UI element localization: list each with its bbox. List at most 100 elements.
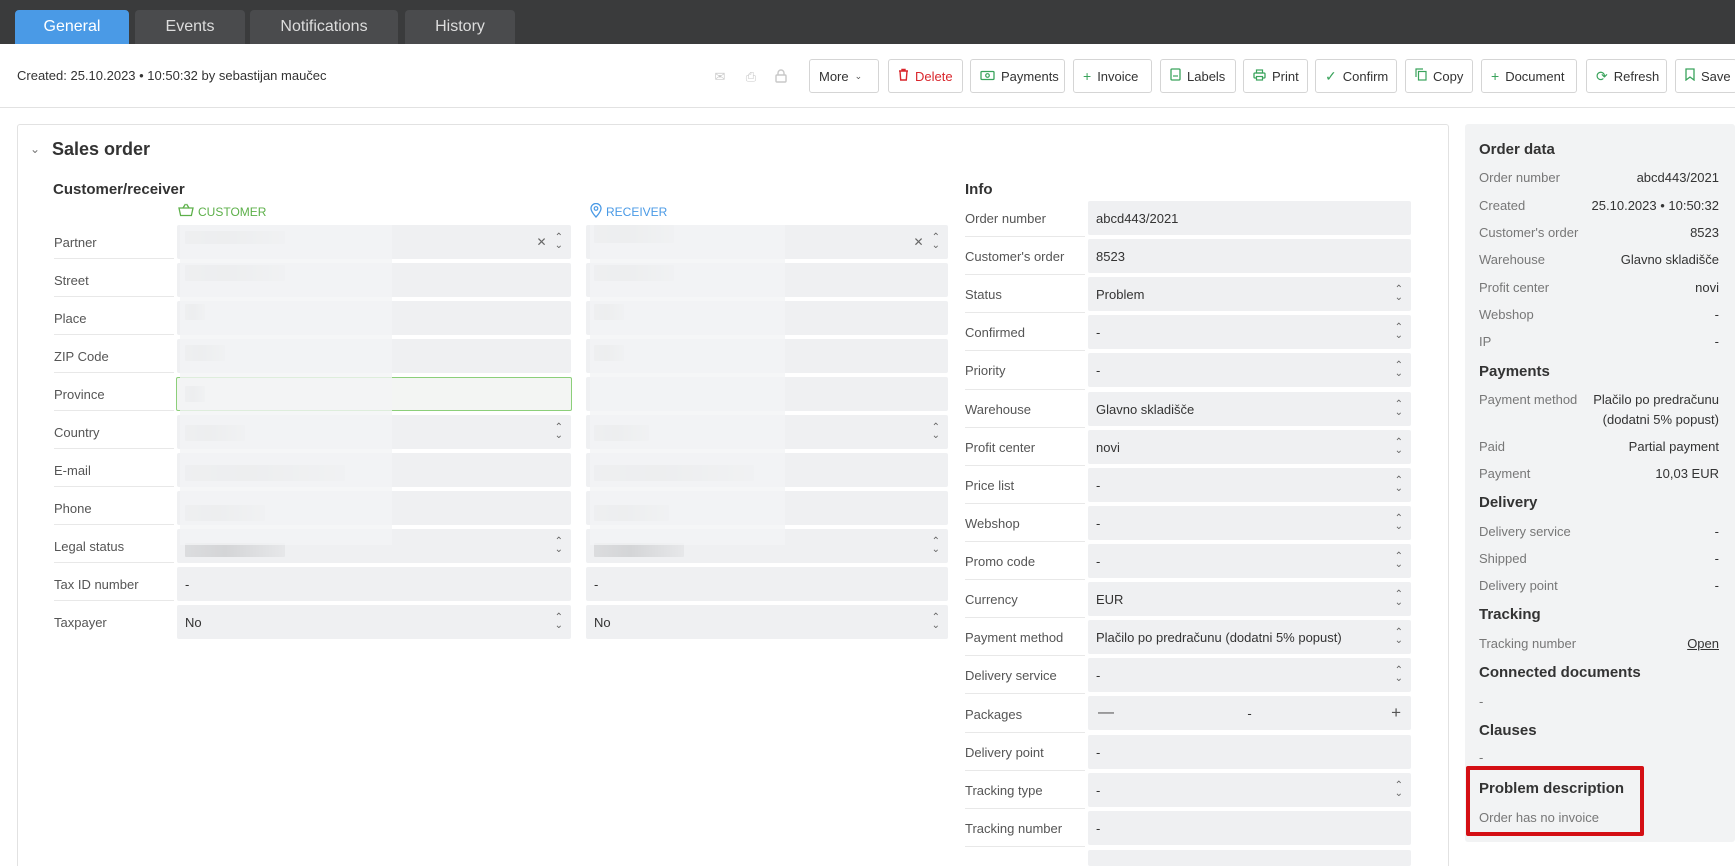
price-list-value: -	[1096, 477, 1101, 493]
tracking-type-value: -	[1096, 782, 1101, 798]
next-field-partial[interactable]	[1088, 850, 1411, 866]
save-button[interactable]: Save	[1675, 59, 1735, 93]
priority-select[interactable]: - ⌃ ⌄	[1088, 353, 1411, 387]
confirm-label: Confirm	[1342, 68, 1389, 84]
payment-method-select[interactable]: Plačilo po predračunu (dodatni 5% popust…	[1088, 620, 1411, 654]
receiver-taxpayer-select[interactable]: No ⌃ ⌄	[586, 605, 948, 639]
tracking-type-select[interactable]: - ⌃ ⌄	[1088, 773, 1411, 807]
updown-icon: ⌃ ⌄	[554, 232, 563, 251]
delivery-point-field[interactable]: -	[1088, 735, 1411, 769]
confirmed-select[interactable]: - ⌃ ⌄	[1088, 315, 1411, 349]
info-label-status: Status	[965, 287, 1002, 302]
updown-icon: ⌃ ⌄	[1394, 399, 1403, 418]
print-button[interactable]: Print	[1243, 59, 1308, 93]
receiver-tax-id-field[interactable]: -	[586, 567, 948, 601]
customer-receiver-title: Customer/receiver	[53, 181, 185, 198]
od-label-profit-center: Profit center	[1479, 280, 1550, 295]
created-info: Created: 25.10.2023 • 10:50:32 by sebast…	[17, 68, 327, 83]
delivery-value-point: -	[1714, 578, 1719, 593]
banknote-icon	[980, 68, 995, 84]
order-number-field[interactable]: abcd443/2021	[1088, 201, 1411, 235]
customer-taxpayer-select[interactable]: No ⌃ ⌄	[177, 605, 571, 639]
copy-label: Copy	[1433, 68, 1464, 84]
profit-center-select[interactable]: novi ⌃ ⌄	[1088, 430, 1411, 464]
tab-history[interactable]: History	[405, 10, 515, 44]
clear-icon[interactable]: ✕	[914, 235, 924, 249]
label-tax-id: Tax ID number	[54, 577, 139, 592]
document-button[interactable]: + Document	[1481, 59, 1577, 93]
map-pin-icon	[590, 202, 602, 221]
payments-button[interactable]: Payments	[970, 59, 1065, 93]
confirm-button[interactable]: ✓ Confirm	[1315, 59, 1397, 93]
warehouse-value: Glavno skladišče	[1096, 401, 1195, 417]
labels-label: Labels	[1187, 68, 1226, 84]
packages-stepper[interactable]: — - +	[1088, 696, 1411, 730]
tab-general[interactable]: General	[15, 10, 129, 44]
more-button[interactable]: More ⌄	[809, 59, 879, 93]
lock-icon[interactable]	[773, 69, 789, 85]
email-icon[interactable]: ✉	[712, 69, 728, 85]
updown-icon: ⌃ ⌄	[931, 232, 940, 251]
webshop-select[interactable]: - ⌃ ⌄	[1088, 506, 1411, 540]
tracking-label-number: Tracking number	[1479, 636, 1577, 651]
updown-icon: ⌃ ⌄	[931, 536, 940, 555]
promo-code-value: -	[1096, 553, 1101, 569]
updown-icon: ⌃ ⌄	[1394, 627, 1403, 646]
currency-select[interactable]: EUR ⌃ ⌄	[1088, 582, 1411, 616]
info-label-promo-code: Promo code	[965, 554, 1036, 569]
info-label-delivery-service: Delivery service	[965, 668, 1057, 683]
tracking-title: Tracking	[1479, 606, 1541, 623]
od-value-ip: -	[1714, 334, 1719, 349]
customer-tax-id-field[interactable]: -	[177, 567, 571, 601]
delete-label: Delete	[915, 68, 953, 84]
promo-code-select[interactable]: - ⌃ ⌄	[1088, 544, 1411, 578]
tab-events[interactable]: Events	[135, 10, 245, 44]
clear-icon[interactable]: ✕	[537, 235, 547, 249]
invoice-button[interactable]: + Invoice	[1073, 59, 1152, 93]
info-label-tracking-number: Tracking number	[965, 821, 1063, 836]
info-label-tracking-type: Tracking type	[965, 783, 1043, 798]
refresh-label: Refresh	[1613, 68, 1660, 84]
tracking-number-value: -	[1096, 820, 1101, 836]
updown-icon: ⌃ ⌄	[554, 536, 563, 555]
warehouse-select[interactable]: Glavno skladišče ⌃ ⌄	[1088, 392, 1411, 426]
delete-button[interactable]: Delete	[888, 59, 963, 93]
labels-button[interactable]: Labels	[1160, 59, 1236, 93]
refresh-button[interactable]: ⟳ Refresh	[1586, 59, 1667, 93]
receiver-column-header: RECEIVER	[590, 202, 667, 221]
tracking-number-field[interactable]: -	[1088, 811, 1411, 845]
collapse-chevron-icon[interactable]: ⌄	[30, 142, 40, 156]
od-value-created: 25.10.2023 • 10:50:32	[1591, 198, 1719, 213]
delivery-label-point: Delivery point	[1479, 578, 1558, 593]
order-data-title: Order data	[1479, 141, 1555, 158]
customer-tax-id-value: -	[185, 576, 190, 592]
od-value-customers-order: 8523	[1690, 225, 1719, 240]
minus-icon[interactable]: —	[1098, 704, 1114, 722]
receiver-tax-id-value: -	[594, 576, 599, 592]
label-province: Province	[54, 387, 105, 402]
customers-order-field[interactable]: 8523	[1088, 239, 1411, 273]
price-list-select[interactable]: - ⌃ ⌄	[1088, 468, 1411, 502]
sales-order-title: Sales order	[52, 139, 151, 159]
od-value-order-number: abcd443/2021	[1636, 170, 1719, 185]
check-icon: ✓	[1325, 67, 1337, 84]
delivery-service-select[interactable]: - ⌃ ⌄	[1088, 658, 1411, 692]
copy-button[interactable]: Copy	[1405, 59, 1473, 93]
delivery-title: Delivery	[1479, 494, 1538, 511]
info-label-webshop: Webshop	[965, 516, 1020, 531]
updown-icon: ⌃ ⌄	[1394, 475, 1403, 494]
printer-icon[interactable]: ⎙	[743, 69, 759, 85]
plus-icon[interactable]: +	[1391, 703, 1401, 723]
info-label-currency: Currency	[965, 592, 1018, 607]
tracking-open-link[interactable]: Open	[1687, 636, 1719, 651]
updown-icon: ⌃ ⌄	[1394, 780, 1403, 799]
updown-icon: ⌃ ⌄	[931, 422, 940, 441]
label-partner: Partner	[54, 235, 97, 250]
status-select[interactable]: Problem ⌃ ⌄	[1088, 277, 1411, 311]
connected-documents-title: Connected documents	[1479, 664, 1641, 681]
updown-icon: ⌃ ⌄	[1394, 284, 1403, 303]
basket-icon	[178, 203, 194, 220]
label-taxpayer: Taxpayer	[54, 615, 107, 630]
tab-notifications[interactable]: Notifications	[250, 10, 398, 44]
od-label-warehouse: Warehouse	[1479, 252, 1545, 267]
